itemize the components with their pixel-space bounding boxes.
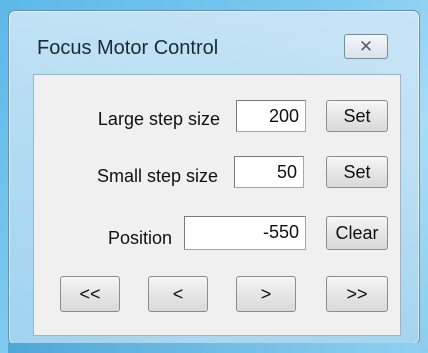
position-label: Position <box>107 228 172 248</box>
small-step-back-button[interactable]: < <box>148 276 208 312</box>
large-step-label: Large step size <box>97 109 220 129</box>
large-step-forward-button[interactable]: >> <box>326 276 388 312</box>
position-clear-button[interactable]: Clear <box>326 216 388 250</box>
large-step-set-button[interactable]: Set <box>326 100 388 132</box>
small-step-set-button[interactable]: Set <box>326 156 388 188</box>
small-step-input[interactable]: 50 <box>234 156 304 188</box>
desktop-taskbar-edge <box>8 343 420 353</box>
close-button[interactable]: ✕ <box>344 34 388 59</box>
large-step-back-button[interactable]: << <box>60 276 120 312</box>
small-step-label: Small step size <box>96 166 218 186</box>
window-title: Focus Motor Control <box>37 37 219 59</box>
position-input[interactable]: -550 <box>184 216 306 250</box>
close-icon: ✕ <box>358 36 374 56</box>
small-step-forward-button[interactable]: > <box>236 276 296 312</box>
large-step-input[interactable]: 200 <box>236 100 306 132</box>
